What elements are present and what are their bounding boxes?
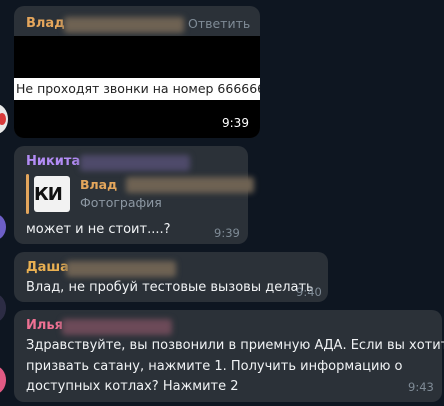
blurred-surname <box>64 17 184 33</box>
timestamp: 9:39 <box>214 226 240 240</box>
blurred-surname <box>62 319 172 335</box>
message-text: Влад, не пробуй тестовые вызовы делать <box>26 280 314 295</box>
message-bubble[interactable]: Даша Влад, не пробуй тестовые вызовы дел… <box>14 252 328 302</box>
reply-bar <box>26 174 29 214</box>
blurred-surname <box>80 155 190 171</box>
avatar[interactable] <box>0 366 6 394</box>
message-text: Здравствуйте, вы позвонили в приемную АД… <box>26 338 444 394</box>
message-text: может и не стоит....? <box>26 222 171 237</box>
message-bubble[interactable]: Илья Здравствуйте, вы позвонили в приемн… <box>14 310 444 402</box>
sender-name[interactable]: Илья <box>26 318 63 333</box>
photo-caption-strip: Не проходят звонки на номер 666666 <box>14 78 260 100</box>
reply-button[interactable]: Ответить <box>188 16 250 31</box>
reply-kind: Фотография <box>80 195 162 210</box>
message-bubble[interactable]: Никита КИ Влад Фотография может и не сто… <box>14 146 254 244</box>
avatar[interactable] <box>0 294 6 322</box>
sender-name[interactable]: Никита <box>26 154 80 169</box>
photo-caption-text: Не проходят звонки на номер 666666 <box>16 81 260 96</box>
reply-sender: Влад <box>80 177 118 192</box>
sender-name[interactable]: Влад <box>26 16 65 31</box>
avatar[interactable] <box>0 214 6 240</box>
avatar[interactable] <box>0 104 8 134</box>
timestamp: 9:39 <box>222 116 249 130</box>
message-bubble[interactable]: Влад Ответить Не проходят звонки на номе… <box>14 6 260 138</box>
timestamp: 9:43 <box>408 380 434 394</box>
blurred-surname <box>66 261 176 277</box>
timestamp: 9:40 <box>296 285 322 299</box>
blurred-surname <box>126 177 254 193</box>
photo[interactable]: Не проходят звонки на номер 666666 9:39 <box>14 36 260 138</box>
sender-name[interactable]: Даша <box>26 260 69 275</box>
reply-thumbnail: КИ <box>34 176 70 212</box>
reply-quote[interactable]: КИ Влад Фотография <box>26 174 254 214</box>
